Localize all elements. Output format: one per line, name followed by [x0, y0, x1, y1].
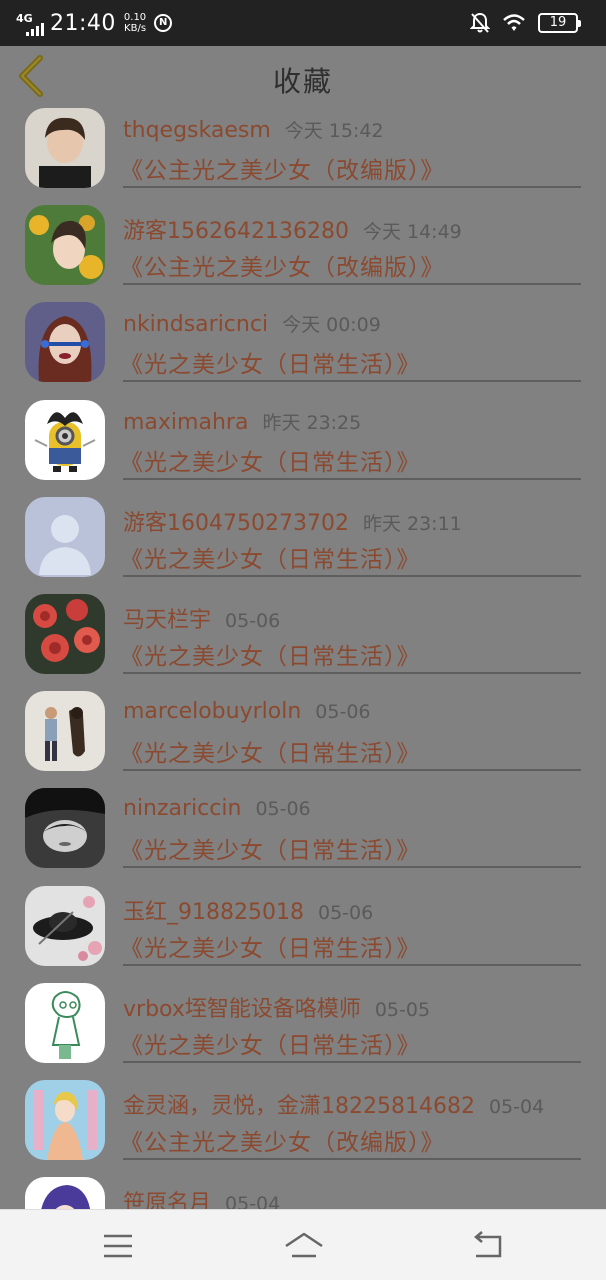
status-bar: 4G 21:40 0.10 KB/s N 19 — [0, 0, 606, 46]
user-name[interactable]: 金灵涵，灵悦，金潇18225814682 — [123, 1094, 475, 1119]
divider — [123, 963, 581, 966]
user-name[interactable]: 笹原名月 — [123, 1191, 211, 1209]
avatar[interactable] — [25, 302, 105, 383]
item-header: vrbox垤智能设备咯模师 05-05 — [123, 991, 430, 1023]
user-name[interactable]: marcelobuyrloln — [123, 699, 301, 724]
divider — [123, 671, 581, 674]
signal-icon: 4G — [16, 11, 44, 36]
timestamp: 今天 15:42 — [284, 120, 384, 142]
timestamp: 昨天 23:11 — [362, 512, 462, 535]
favorite-item[interactable]: marcelobuyrloln 05-06 《光之美少女（日常生活）》 — [0, 691, 606, 788]
favorite-item[interactable]: thqegskaesm 今天 15:42 《公主光之美少女（改编版）》 — [0, 108, 606, 205]
avatar[interactable] — [25, 399, 105, 480]
item-header: ninzariccin 05-06 — [123, 796, 311, 821]
timestamp: 05-06 — [315, 701, 371, 724]
divider — [123, 186, 581, 188]
favorite-title[interactable]: 《光之美少女（日常生活）》 — [120, 831, 421, 865]
favorite-title[interactable]: 《公主光之美少女（改编版）》 — [120, 151, 445, 185]
avatar[interactable] — [25, 1177, 105, 1209]
page-title: 收藏 — [272, 65, 333, 98]
favorites-list: thqegskaesm 今天 15:42 《公主光之美少女（改编版）》 游客15626… — [0, 108, 606, 1209]
user-name[interactable]: 玉红_918825018 — [123, 900, 304, 925]
favorite-item[interactable]: ninzariccin 05-06 《光之美少女（日常生活）》 — [0, 788, 606, 885]
favorite-item[interactable]: nkindsaricnci 今天 00:09 《光之美少女（日常生活）》 — [0, 302, 606, 399]
divider — [123, 574, 581, 577]
timestamp: 05-05 — [374, 998, 431, 1021]
divider — [123, 769, 581, 772]
item-header: 金灵涵，灵悦，金潇18225814682 05-04 — [123, 1088, 544, 1120]
favorite-title[interactable]: 《光之美少女（日常生活）》 — [120, 1026, 421, 1060]
item-header: 玉红_918825018 05-06 — [123, 894, 373, 926]
timestamp: 昨天 23:25 — [262, 411, 362, 434]
divider — [123, 1060, 581, 1063]
timestamp: 05-04 — [225, 1193, 281, 1209]
favorite-title[interactable]: 《公主光之美少女（改编版）》 — [120, 1123, 445, 1157]
user-name[interactable]: 马天栏宇 — [123, 608, 211, 633]
timestamp: 05-06 — [225, 609, 281, 632]
favorite-item[interactable]: 游客1604750273702 昨天 23:11 《光之美少女（日常生活）》 — [0, 496, 606, 594]
notification-badge-icon: N — [154, 14, 173, 32]
item-header: thqegskaesm 今天 15:42 — [123, 116, 384, 143]
avatar[interactable] — [25, 108, 105, 188]
avatar[interactable] — [25, 496, 105, 577]
home-icon[interactable] — [283, 1226, 325, 1266]
favorite-title[interactable]: 《光之美少女（日常生活）》 — [120, 734, 421, 768]
favorite-item[interactable]: vrbox垤智能设备咯模师 05-05 《光之美少女（日常生活）》 — [0, 982, 606, 1080]
bottom-nav — [0, 1209, 606, 1280]
user-name[interactable]: nkindsaricnci — [123, 312, 268, 337]
user-name[interactable]: ninzariccin — [123, 796, 241, 821]
favorite-item[interactable]: 金灵涵，灵悦，金潇18225814682 05-04 《公主光之美少女（改编版）》 — [0, 1079, 606, 1177]
avatar[interactable] — [25, 1079, 105, 1160]
item-header: 游客1562642136280 今天 14:49 — [123, 213, 462, 245]
avatar[interactable] — [25, 788, 105, 869]
user-name[interactable]: 游客1562642136280 — [123, 219, 349, 244]
favorite-title[interactable]: 《公主光之美少女（改编版）》 — [120, 248, 445, 282]
divider — [123, 866, 581, 869]
item-header: maximahra 昨天 23:25 — [123, 408, 361, 435]
avatar[interactable] — [25, 885, 105, 966]
user-name[interactable]: thqegskaesm — [123, 118, 271, 143]
favorite-title[interactable]: 《光之美少女（日常生活）》 — [120, 443, 421, 477]
avatar[interactable] — [25, 205, 105, 286]
header: 收藏 — [0, 46, 606, 112]
favorite-item[interactable]: 笹原名月 05-04 — [0, 1177, 606, 1209]
menu-icon[interactable] — [98, 1226, 138, 1266]
item-header: 游客1604750273702 昨天 23:11 — [123, 505, 462, 537]
timestamp: 05-06 — [317, 901, 374, 924]
timestamp: 今天 00:09 — [282, 314, 381, 337]
network-speed: 0.10 KB/s — [123, 12, 147, 34]
back-icon[interactable] — [468, 1226, 508, 1266]
item-header: marcelobuyrloln 05-06 — [123, 699, 371, 724]
item-header: 马天栏宇 05-06 — [123, 602, 280, 634]
favorite-item[interactable]: 游客1562642136280 今天 14:49 《公主光之美少女（改编版）》 — [0, 205, 606, 302]
user-name[interactable]: 游客1604750273702 — [123, 511, 349, 536]
timestamp: 今天 14:49 — [362, 221, 462, 244]
favorite-title[interactable]: 《光之美少女（日常生活）》 — [120, 540, 421, 574]
user-name[interactable]: vrbox垤智能设备咯模师 — [123, 997, 361, 1022]
avatar[interactable] — [25, 691, 105, 772]
item-header: nkindsaricnci 今天 00:09 — [123, 310, 381, 337]
bell-off-icon — [470, 12, 490, 33]
divider — [123, 477, 581, 480]
favorite-title[interactable]: 《光之美少女（日常生活）》 — [120, 637, 421, 671]
favorite-item[interactable]: maximahra 昨天 23:25 《光之美少女（日常生活）》 — [0, 399, 606, 497]
divider — [123, 1157, 581, 1160]
timestamp: 05-06 — [255, 798, 311, 821]
avatar[interactable] — [25, 982, 105, 1063]
favorite-item[interactable]: 马天栏宇 05-06 《光之美少女（日常生活）》 — [0, 593, 606, 691]
divider — [123, 380, 581, 383]
favorite-item[interactable]: 玉红_918825018 05-06 《光之美少女（日常生活）》 — [0, 885, 606, 983]
divider — [123, 283, 581, 286]
avatar[interactable] — [25, 593, 105, 674]
clock: 21:40 — [50, 10, 116, 36]
favorite-title[interactable]: 《光之美少女（日常生活）》 — [120, 345, 421, 379]
timestamp: 05-04 — [488, 1095, 545, 1118]
wifi-icon — [503, 14, 525, 31]
user-name[interactable]: maximahra — [123, 410, 248, 435]
battery-icon: 19 — [538, 13, 581, 33]
favorite-title[interactable]: 《光之美少女（日常生活）》 — [120, 929, 421, 963]
item-header: 笹原名月 05-04 — [123, 1185, 280, 1209]
